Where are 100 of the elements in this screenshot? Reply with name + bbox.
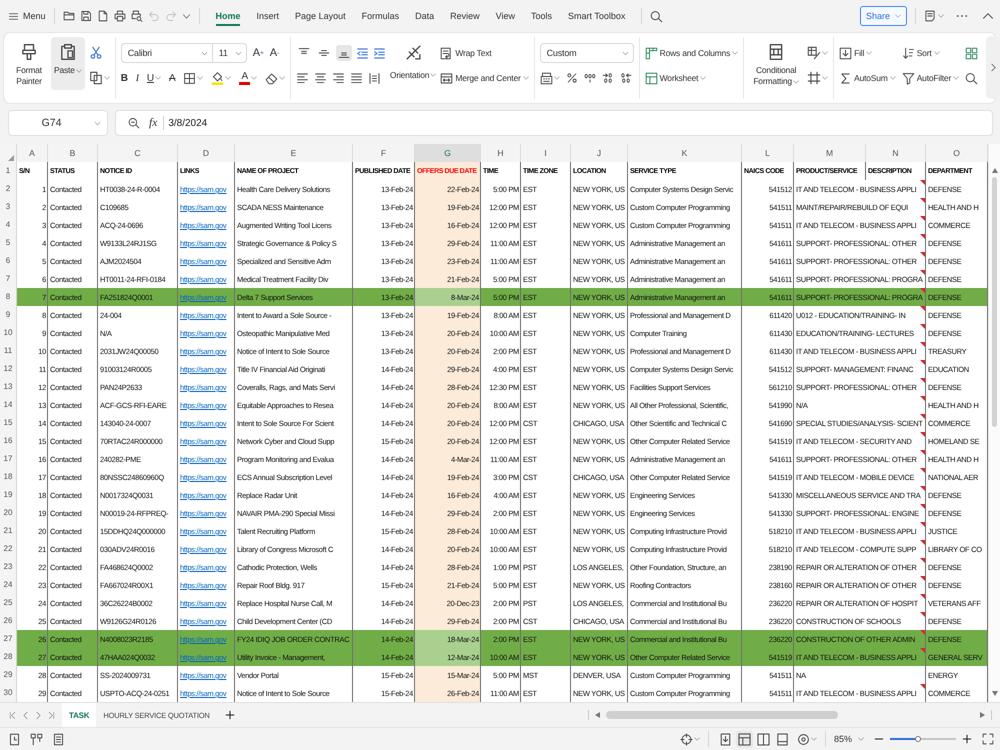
menu-button[interactable]: Menu: [8, 10, 46, 22]
ribbon-tab[interactable]: Review: [442, 0, 488, 32]
printer-icon[interactable]: [114, 10, 126, 22]
scrollbar-thumb[interactable]: [992, 177, 997, 427]
distributed-icon[interactable]: [368, 72, 381, 84]
row-number[interactable]: 29: [0, 666, 17, 686]
row-number[interactable]: 10: [0, 324, 17, 344]
folder-icon[interactable]: [62, 10, 75, 22]
ribbon-tab[interactable]: View: [488, 0, 523, 32]
row-number[interactable]: 17: [0, 450, 17, 470]
column-letter[interactable]: D: [178, 144, 235, 164]
worksheet-button[interactable]: Worksheet: [644, 72, 706, 84]
conditional-formatting-button[interactable]: Conditional Formatting: [749, 37, 804, 89]
print-preview-icon[interactable]: [130, 10, 143, 22]
row-number[interactable]: 22: [0, 540, 17, 560]
search-icon[interactable]: [965, 72, 978, 84]
ribbon-tab[interactable]: Formulas: [354, 0, 408, 32]
caret-icon[interactable]: [104, 75, 110, 81]
caret-icon[interactable]: [822, 75, 828, 81]
ribbon-tab[interactable]: Smart Toolbox: [560, 0, 634, 32]
row-number[interactable]: 11: [0, 342, 17, 362]
thousands-separator-icon[interactable]: [584, 72, 596, 84]
italic-button[interactable]: I: [136, 72, 139, 84]
paste-button[interactable]: Paste: [51, 37, 85, 90]
grid-icon[interactable]: [736, 730, 753, 748]
ribbon-tab[interactable]: Insert: [248, 0, 288, 32]
column-letter[interactable]: J: [571, 144, 628, 164]
row-number[interactable]: 30: [0, 684, 17, 704]
insert-function-button[interactable]: fx: [149, 117, 158, 129]
column-letter[interactable]: F: [353, 144, 415, 164]
column-letter[interactable]: N: [866, 144, 926, 164]
indent-icon[interactable]: [372, 46, 386, 60]
underline-button[interactable]: U: [146, 72, 154, 84]
column-letter[interactable]: O: [926, 144, 988, 164]
ribbon-tab[interactable]: Tools: [523, 0, 560, 32]
scissors-icon[interactable]: [88, 46, 103, 60]
caret-icon[interactable]: [810, 736, 817, 742]
zoom-icon[interactable]: [128, 117, 140, 129]
plus-icon[interactable]: [962, 734, 972, 744]
fill-button[interactable]: Fill: [839, 46, 872, 60]
columns-icon[interactable]: [754, 730, 772, 748]
row-number[interactable]: 7: [0, 270, 17, 290]
plus-icon[interactable]: [224, 710, 235, 720]
increase-decimal-icon[interactable]: [602, 72, 614, 84]
caret-icon[interactable]: [938, 13, 944, 19]
chevron-right-icon[interactable]: [34, 710, 43, 720]
row-number[interactable]: 27: [0, 630, 17, 650]
align-center-icon[interactable]: [314, 72, 327, 84]
row-number[interactable]: 1: [0, 162, 17, 182]
column-letter[interactable]: G: [415, 144, 481, 164]
align-right-icon[interactable]: [332, 72, 345, 84]
freeze-panes-icon[interactable]: [965, 46, 978, 60]
target-icon[interactable]: [796, 732, 810, 746]
chevron-down-icon[interactable]: [182, 12, 191, 20]
row-number[interactable]: 4: [0, 216, 17, 236]
cell-style-icon[interactable]: [807, 46, 822, 60]
decrease-decimal-icon[interactable]: [620, 72, 632, 84]
slider-thumb[interactable]: [914, 736, 921, 742]
row-number[interactable]: 2: [0, 180, 17, 200]
triangle-down-icon[interactable]: [992, 691, 998, 696]
row-number[interactable]: 16: [0, 432, 17, 452]
bold-button[interactable]: B: [120, 72, 128, 84]
rows-and-columns-button[interactable]: Rows and Columns: [644, 46, 738, 60]
row-number[interactable]: 12: [0, 360, 17, 380]
cell-borders-icon[interactable]: [807, 71, 822, 85]
crosshair-icon[interactable]: [680, 732, 693, 746]
row-number[interactable]: 23: [0, 558, 17, 578]
column-letter[interactable]: I: [521, 144, 571, 164]
row-number[interactable]: 19: [0, 486, 17, 506]
column-letter[interactable]: K: [628, 144, 742, 164]
search-icon[interactable]: [650, 10, 664, 22]
triangle-right-icon[interactable]: [980, 712, 985, 718]
column-letter[interactable]: H: [481, 144, 521, 164]
row-number[interactable]: 21: [0, 522, 17, 542]
row-number[interactable]: 24: [0, 576, 17, 596]
row-number[interactable]: 6: [0, 252, 17, 272]
autofilter-button[interactable]: AutoFilter: [902, 72, 960, 84]
cash-register-icon[interactable]: [540, 72, 553, 84]
justify-icon[interactable]: [350, 72, 363, 84]
caret-icon[interactable]: [154, 75, 161, 81]
row-number[interactable]: 18: [0, 468, 17, 488]
align-left-icon[interactable]: [296, 72, 309, 84]
font-size-dropdown[interactable]: 11: [212, 43, 247, 63]
row-number[interactable]: 3: [0, 198, 17, 218]
column-letter[interactable]: A: [17, 144, 48, 164]
name-box[interactable]: G74: [8, 110, 108, 136]
sort-button[interactable]: Sort: [902, 46, 940, 60]
paint-bucket-icon[interactable]: [211, 71, 224, 85]
strikethrough-button[interactable]: A: [168, 72, 176, 84]
column-letter[interactable]: C: [98, 144, 178, 164]
share-button[interactable]: Share: [860, 6, 907, 26]
triangle-up-icon[interactable]: [992, 168, 998, 173]
column-letter[interactable]: B: [48, 144, 98, 164]
eraser-icon[interactable]: [264, 72, 278, 84]
row-number[interactable]: 13: [0, 378, 17, 398]
comment-icon[interactable]: [924, 10, 936, 22]
wrap-text-button[interactable]: Wrap Text: [440, 46, 492, 60]
formula-input[interactable]: 3/8/2024: [168, 118, 208, 128]
row-number[interactable]: 14: [0, 396, 17, 416]
page-clock-icon[interactable]: [8, 732, 21, 746]
